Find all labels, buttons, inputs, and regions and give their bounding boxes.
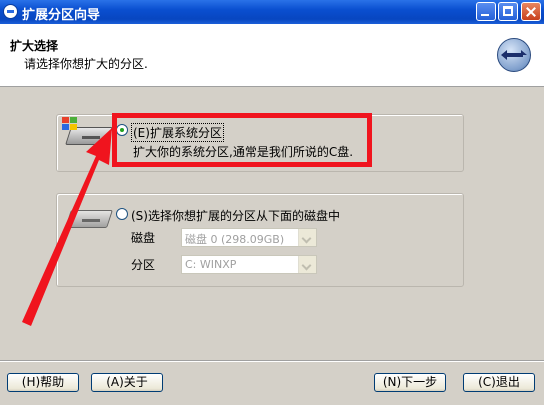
annotation-arrow xyxy=(22,128,112,326)
